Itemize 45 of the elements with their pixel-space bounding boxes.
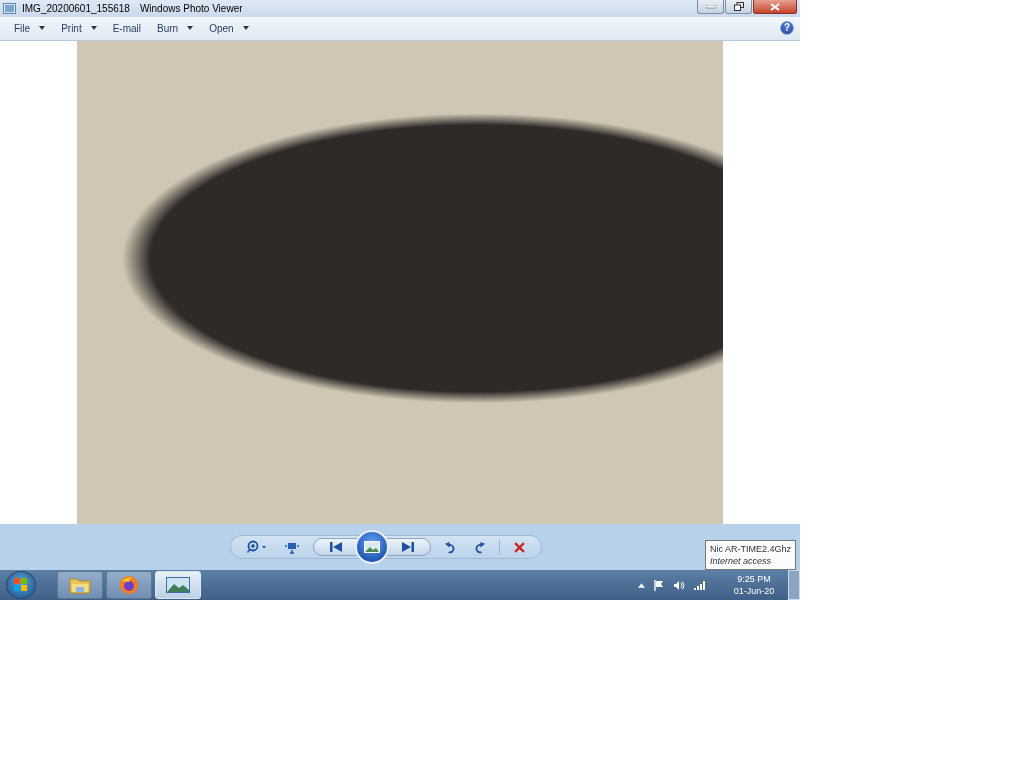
zoom-icon [247,540,267,555]
close-button[interactable] [753,0,797,14]
folder-icon [69,576,91,594]
start-button[interactable] [6,571,36,599]
dropdown-caret-icon [90,26,97,31]
file-name: IMG_20200601_155618 [22,3,130,14]
taskbar-app[interactable] [106,571,152,599]
app-name: Windows Photo Viewer [139,3,243,14]
menu-item[interactable]: Burn [151,20,200,36]
clock-date: 01-Jun-20 [733,585,775,597]
taskbar-app[interactable] [57,571,103,599]
dropdown-caret-icon [39,26,46,31]
rotate-left-icon [445,540,456,554]
browser-icon [119,575,139,595]
previous-icon [330,542,342,553]
picture-icon [166,577,190,593]
menu-item[interactable]: File [8,20,52,36]
network-status: Internet access [710,555,773,568]
dropdown-caret-icon [242,26,249,31]
minimize-icon [705,4,716,9]
delete-icon [514,541,525,553]
previous-button[interactable] [313,538,359,557]
show-hidden-icons-icon[interactable] [638,582,645,588]
help-button[interactable]: ? [780,21,794,36]
app-icon [3,3,16,14]
flag-icon[interactable] [654,579,664,591]
signal-icon[interactable] [694,580,706,590]
next-icon [402,542,414,553]
next-button[interactable] [385,538,431,557]
menu-item[interactable]: Print [55,20,103,36]
windows-logo-icon [14,578,28,592]
dropdown-caret-icon [187,26,194,31]
clock-time: 9:25 PM [737,573,771,585]
close-icon [770,2,780,11]
slideshow-button[interactable] [355,530,389,565]
restore-icon [733,2,744,11]
rotate-right-icon [474,540,485,554]
menu-item[interactable]: Open [203,20,255,36]
speaker-icon[interactable] [673,579,685,591]
network-name: Nic AR-TIME2.4Ghz [710,543,792,556]
menu-item[interactable]: E-mail [106,20,148,36]
restore-button[interactable] [725,0,752,14]
fit-icon [285,540,299,555]
clock[interactable]: 9:25 PM 01-Jun-20 [729,573,779,597]
slideshow-icon [364,541,380,554]
